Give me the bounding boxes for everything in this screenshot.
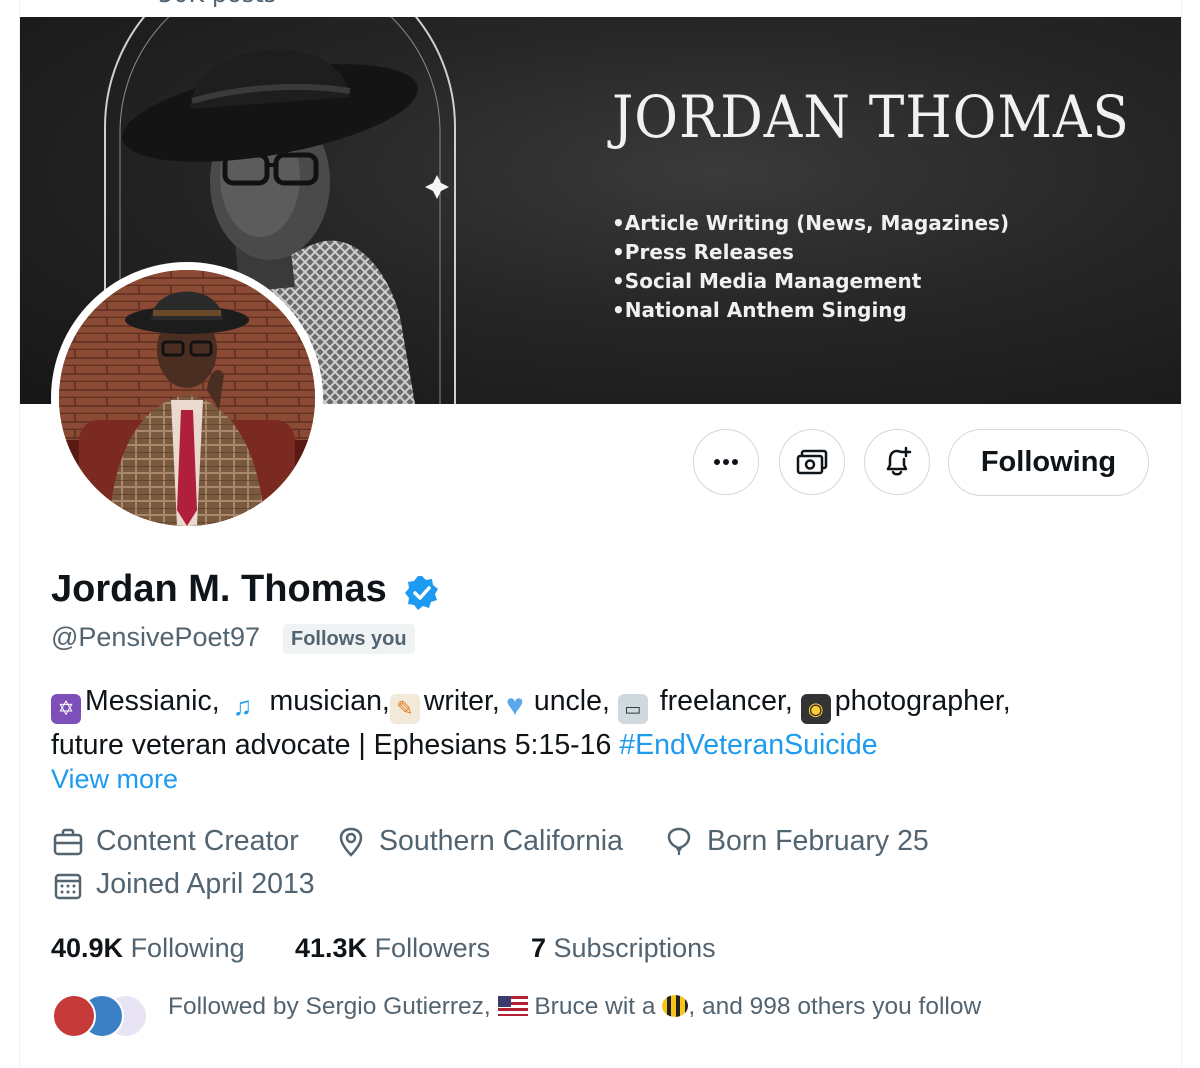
- joined-item: Joined April 2013: [52, 868, 315, 901]
- money-icon: [796, 449, 828, 475]
- banner-service-item: Press Releases: [612, 238, 1009, 267]
- location-text: Southern California: [379, 825, 623, 857]
- followers-label: Followers: [367, 933, 491, 963]
- banner-title: JORDAN THOMAS: [612, 83, 1130, 151]
- avatar-portrait-art: [59, 270, 315, 526]
- view-more-link[interactable]: View more: [51, 764, 178, 795]
- following-label: Following: [123, 933, 245, 963]
- more-icon: [714, 459, 738, 465]
- balloon-icon: [667, 827, 691, 855]
- laptop-emoji-icon: ▭: [617, 694, 648, 724]
- banner-service-item: Article Writing (News, Magazines): [612, 209, 1009, 238]
- bio-text: photographer,: [834, 685, 1011, 717]
- blue-heart-emoji-icon: ♥: [505, 689, 524, 722]
- menorah-emoji-icon: ✡: [51, 694, 81, 724]
- more-options-button[interactable]: [693, 429, 759, 495]
- bio-text: future veteran advocate | Ephesians 5:15…: [51, 729, 620, 761]
- followed-by-text[interactable]: Followed by Sergio Gutierrez, Bruce wit …: [168, 993, 981, 1021]
- us-flag-icon: [497, 996, 528, 1016]
- subscribe-button[interactable]: [779, 429, 845, 495]
- bee-emoji-icon: [662, 995, 689, 1017]
- subscriptions-count-link[interactable]: 7 Subscriptions: [531, 933, 716, 964]
- hashtag-link[interactable]: #EndVeteranSuicide: [619, 729, 877, 761]
- birthday-text: Born February 25: [707, 825, 929, 857]
- following-count-link[interactable]: 40.9K Following: [51, 933, 245, 964]
- bio-text: musician,: [261, 685, 390, 717]
- followers-count-link[interactable]: 41.3K Followers: [295, 933, 490, 964]
- avatar[interactable]: [51, 262, 323, 534]
- birthday-item: Born February 25: [663, 825, 929, 858]
- follows-you-badge: Follows you: [283, 624, 415, 654]
- right-border: [1181, 0, 1182, 1068]
- banner-services-list: Article Writing (News, Magazines) Press …: [612, 209, 1009, 325]
- bell-plus-icon: [886, 446, 912, 476]
- bio-text: Messianic,: [85, 685, 228, 717]
- follower-avatar[interactable]: [52, 994, 96, 1038]
- calendar-icon: [54, 873, 82, 899]
- notifications-button[interactable]: [864, 429, 930, 495]
- memo-emoji-icon: ✎: [389, 694, 420, 724]
- bio-text: writer,: [423, 685, 500, 717]
- music-notes-emoji-icon: ♫: [232, 691, 253, 721]
- followed-by-part: Bruce wit a: [527, 993, 663, 1020]
- profession-text: Content Creator: [96, 825, 299, 857]
- subscriptions-label: Subscriptions: [546, 933, 716, 963]
- subscriptions-count: 7: [531, 933, 547, 963]
- profession-item: Content Creator: [52, 825, 299, 858]
- location-pin-icon: [339, 827, 363, 857]
- briefcase-icon: [53, 828, 83, 855]
- location-item: Southern California: [335, 825, 623, 858]
- followed-by-part: Followed by Sergio Gutierrez,: [168, 993, 498, 1020]
- banner-service-item: Social Media Management: [612, 267, 1009, 296]
- following-button[interactable]: Following: [948, 429, 1149, 496]
- username-handle: @PensivePoet97: [51, 622, 261, 652]
- followers-count: 41.3K: [295, 933, 368, 963]
- post-count: 50K posts: [158, 0, 276, 8]
- display-name: Jordan M. Thomas: [51, 568, 387, 610]
- bio-line-1: ✡ Messianic, ♫ musician, ✎ writer, ♥ uncle, ▭…: [51, 680, 1161, 724]
- bio: ✡ Messianic, ♫ musician, ✎ writer, ♥ uncle, ▭…: [51, 680, 1161, 766]
- banner-service-item: National Anthem Singing: [612, 296, 1009, 325]
- followed-by-part: , and 998 others you follow: [688, 993, 982, 1020]
- camera-flash-emoji-icon: ◉: [800, 694, 831, 724]
- bio-line-2: future veteran advocate | Ephesians 5:15…: [51, 724, 1161, 766]
- bio-text: uncle,: [533, 685, 618, 717]
- verified-badge-icon[interactable]: [404, 575, 440, 611]
- following-count: 40.9K: [51, 933, 124, 963]
- joined-text: Joined April 2013: [96, 868, 315, 900]
- bio-text: freelancer,: [651, 685, 801, 717]
- avatar-photo: [59, 270, 315, 526]
